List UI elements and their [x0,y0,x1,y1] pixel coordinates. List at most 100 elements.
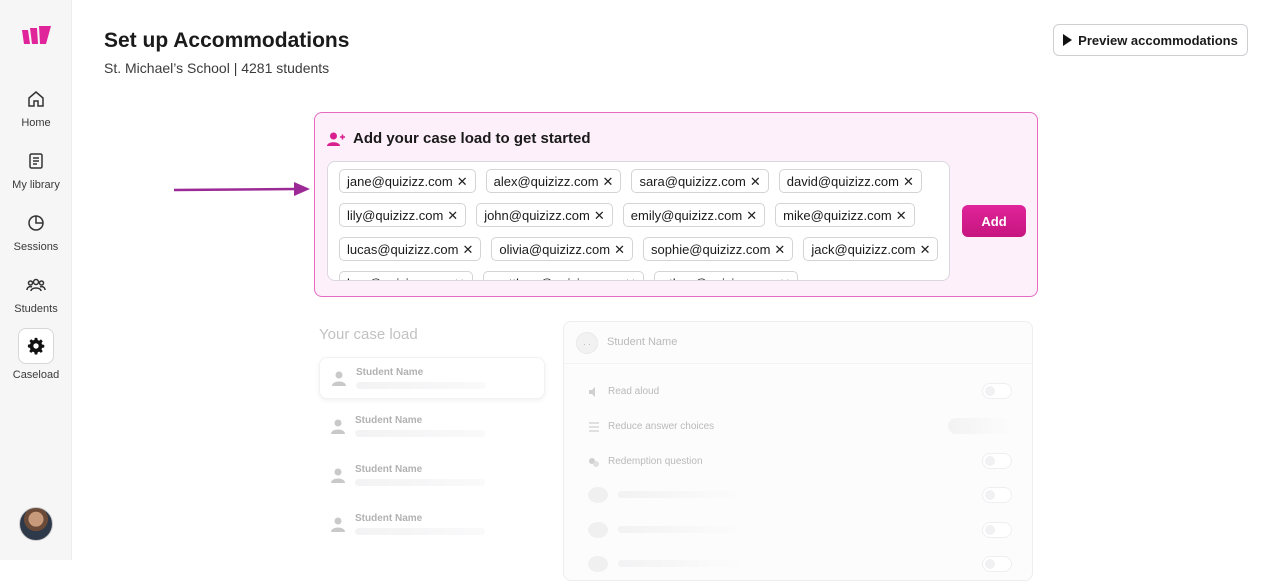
remove-chip-icon[interactable]: ✕ [920,243,931,256]
email-chip-label: ethan@quizizz.com [662,276,776,281]
email-chip-label: david@quizizz.com [786,173,899,189]
email-chip-label: sara@quizizz.com [639,173,746,189]
email-chip: john@quizizz.com ✕ [476,203,613,227]
remove-chip-icon[interactable]: ✕ [774,243,785,256]
placeholder-bar [618,560,748,567]
email-chip-label: mike@quizizz.com [783,207,892,223]
remove-chip-icon[interactable]: ✕ [750,175,761,188]
option-reduce-answer-choices: Reduce answer choices [588,418,1012,436]
sidebar-item-label: Home [21,117,51,129]
student-detail-panel: . . Student Name Read aloud Reduce answe… [563,321,1033,581]
add-caseload-title: Add your case load to get started [353,130,591,147]
email-chip-label: matthew@quizizz.com [491,276,621,281]
student-icon [331,419,345,434]
student-card[interactable]: Student Name [319,504,545,546]
email-chip-list: jane@quizizz.com ✕ alex@quizizz.com ✕ sara@q… [339,169,939,281]
student-card[interactable]: Student Name [319,357,545,399]
email-chip: sara@quizizz.com ✕ [631,169,769,193]
email-chip: emily@quizizz.com ✕ [622,203,766,227]
add-caseload-header: Add your case load to get started [327,130,591,147]
preview-button-label: Preview accommodations [1078,32,1238,48]
student-name: Student Name [355,464,423,475]
remove-chip-icon[interactable]: ✕ [625,277,636,281]
detail-header: . . Student Name [564,322,1032,364]
detail-student-name: Student Name [607,336,678,348]
email-chip: mike@quizizz.com ✕ [775,203,915,227]
placeholder-bar [356,382,486,389]
student-name: Student Name [355,415,423,426]
remove-chip-icon[interactable]: ✕ [462,243,473,256]
placeholder-circle [588,556,608,572]
add-caseload-panel: Add your case load to get started jane@q… [314,112,1038,297]
placeholder-toggle[interactable] [982,487,1012,503]
placeholder-circle [588,522,608,538]
sidebar-item-label: Caseload [12,369,60,381]
remove-chip-icon[interactable]: ✕ [447,209,458,222]
sidebar-item-sessions[interactable]: Sessions [0,213,72,253]
gear-icon [27,337,45,355]
email-chip: ethan@quizizz.com ✕ [653,271,799,281]
home-icon [28,91,44,107]
email-input-box[interactable]: jane@quizizz.com ✕ alex@quizizz.com ✕ sara@q… [327,161,950,281]
placeholder-toggle[interactable] [982,522,1012,538]
redemption-icon [589,458,599,467]
remove-chip-icon[interactable]: ✕ [780,277,791,281]
remove-chip-icon[interactable]: ✕ [454,277,465,281]
sessions-icon [28,215,44,231]
redemption-toggle[interactable] [982,453,1012,469]
speaker-icon [589,387,595,397]
read-aloud-toggle[interactable] [982,383,1012,399]
email-chip: sophie@quizizz.com ✕ [643,237,794,261]
sidebar: Home My library Sessions Students Caselo… [0,0,72,560]
student-card[interactable]: Student Name [319,406,545,448]
student-avatar: . . [576,332,598,354]
email-chip: david@quizizz.com ✕ [778,169,922,193]
email-chip: lucas@quizizz.com ✕ [339,237,482,261]
option-redemption-question: Redemption question [588,453,1012,471]
user-avatar[interactable] [19,507,53,541]
remove-chip-icon[interactable]: ✕ [903,175,914,188]
student-icon [332,371,346,386]
student-name: Student Name [355,513,423,524]
email-chip-label: olivia@quizizz.com [499,241,611,257]
option-placeholder [588,522,1012,540]
email-chip: matthew@quizizz.com ✕ [482,271,644,281]
sidebar-item-label: Sessions [13,241,59,253]
add-button[interactable]: Add [962,205,1026,237]
placeholder-circle [588,487,608,503]
email-chip: alex@quizizz.com ✕ [485,169,622,193]
email-chip: jack@quizizz.com ✕ [803,237,939,261]
reduce-choices-control[interactable] [948,418,1012,434]
option-label: Read aloud [608,386,660,397]
placeholder-bar [618,526,748,533]
sidebar-item-caseload[interactable]: Caseload [0,328,72,381]
page-subtitle: St. Michael’s School | 4281 students [104,60,330,76]
student-card[interactable]: Student Name [319,455,545,497]
placeholder-toggle[interactable] [982,556,1012,572]
email-chip: jane@quizizz.com ✕ [339,169,476,193]
remove-chip-icon[interactable]: ✕ [896,209,907,222]
remove-chip-icon[interactable]: ✕ [457,175,468,188]
email-chip: lily@quizizz.com ✕ [339,203,467,227]
remove-chip-icon[interactable]: ✕ [746,209,757,222]
preview-accommodations-button[interactable]: Preview accommodations [1053,24,1248,56]
library-icon [29,153,43,169]
option-placeholder [588,556,1012,574]
email-chip-label: ben@quizizz.com [347,276,450,281]
placeholder-bar [355,528,485,535]
email-chip-label: jane@quizizz.com [347,173,453,189]
list-icon [589,422,599,432]
quizizz-logo-icon[interactable] [20,24,52,48]
page-title: Set up Accommodations [104,29,350,52]
remove-chip-icon[interactable]: ✕ [614,243,625,256]
arrow-annotation-icon [174,182,310,196]
sidebar-item-home[interactable]: Home [0,89,72,129]
sidebar-item-students[interactable]: Students [0,275,72,315]
remove-chip-icon[interactable]: ✕ [594,209,605,222]
play-icon [1063,34,1073,46]
option-label: Redemption question [608,456,703,467]
sidebar-item-label: My library [12,179,60,191]
remove-chip-icon[interactable]: ✕ [603,175,614,188]
sidebar-item-my-library[interactable]: My library [0,151,72,191]
add-user-icon [327,132,345,146]
